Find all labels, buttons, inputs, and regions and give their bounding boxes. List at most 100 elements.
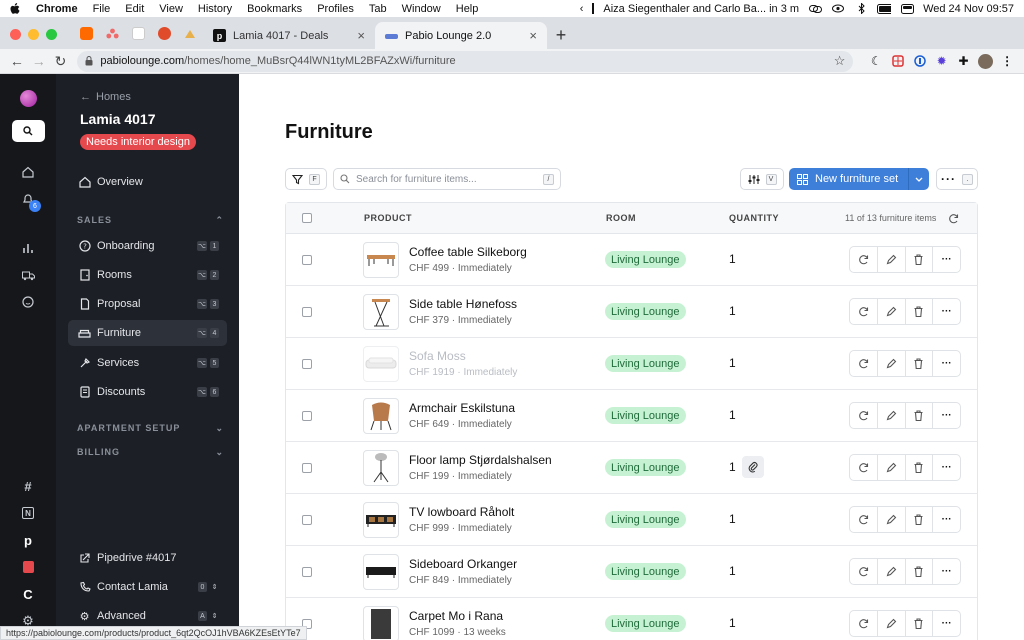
product-name[interactable]: Armchair Eskilstuna (409, 401, 515, 415)
close-window-button[interactable] (10, 28, 21, 40)
floor-lamp-thumbnail[interactable] (363, 450, 399, 486)
product-name[interactable]: Floor lamp Stjørdalshalsen (409, 453, 552, 467)
home-icon[interactable] (18, 162, 38, 182)
pinned-tab-f-icon[interactable] (125, 20, 151, 46)
product-name[interactable]: Carpet Mo i Rana (409, 609, 503, 623)
pipedrive-icon[interactable]: p (18, 530, 38, 550)
apartment-setup-section-header[interactable]: APARTMENT SETUP ⌄ (77, 423, 224, 434)
minimize-window-button[interactable] (28, 28, 39, 40)
maximize-window-button[interactable] (46, 28, 57, 40)
ellipsis-icon[interactable]: ··· (933, 299, 960, 324)
trash-icon[interactable] (906, 247, 934, 272)
sidebar-item-onboarding[interactable]: ? Onboarding ⌥ 1 (68, 233, 227, 259)
product-name[interactable]: Coffee table Silkeborg (409, 245, 527, 259)
analytics-chart-icon[interactable] (18, 238, 38, 258)
swap-icon[interactable] (850, 247, 878, 272)
search-field[interactable]: / (333, 168, 561, 190)
slack-icon[interactable]: # (18, 476, 38, 496)
pipedrive-deal-link[interactable]: Pipedrive #4017 (68, 545, 227, 571)
sidebar-item-services[interactable]: Services ⌥ 5 (68, 350, 227, 376)
sideboard-thumbnail[interactable] (363, 554, 399, 590)
link-icon[interactable] (808, 4, 822, 14)
password-manager-icon[interactable] (909, 50, 931, 72)
menu-tab[interactable]: Tab (369, 3, 387, 15)
menu-bookmarks[interactable]: Bookmarks (247, 3, 302, 15)
browser-menu-icon[interactable]: ⋮ (996, 50, 1018, 72)
column-header-quantity[interactable]: QUANTITY (729, 213, 779, 223)
extension-gear-icon[interactable]: ✹ (931, 50, 953, 72)
trash-icon[interactable] (906, 351, 934, 376)
row-checkbox[interactable] (302, 515, 312, 525)
status-badge[interactable]: Needs interior design (80, 134, 196, 150)
billing-section-header[interactable]: BILLING ⌄ (77, 447, 224, 458)
chevron-left-icon[interactable]: ‹ (580, 3, 584, 15)
swap-icon[interactable] (850, 611, 878, 636)
datetime[interactable]: Wed 24 Nov 09:57 (923, 3, 1014, 15)
menu-edit[interactable]: Edit (125, 3, 144, 15)
trash-icon[interactable] (906, 507, 934, 532)
carpet-thumbnail[interactable] (363, 606, 399, 640)
swap-icon[interactable] (850, 403, 878, 428)
swap-icon[interactable] (850, 299, 878, 324)
pabio-logo[interactable] (19, 90, 37, 107)
trash-icon[interactable] (906, 403, 934, 428)
edit-pencil-icon[interactable] (878, 507, 906, 532)
table-row[interactable]: Armchair Eskilstuna CHF 649 · Immediatel… (286, 390, 977, 442)
ellipsis-icon[interactable]: ··· (933, 611, 960, 636)
swap-icon[interactable] (850, 559, 878, 584)
table-row[interactable]: Sideboard Orkanger CHF 849 · Immediately… (286, 546, 977, 598)
back-to-homes-link[interactable]: ← Homes (80, 91, 131, 103)
swap-icon[interactable] (850, 351, 878, 376)
pinned-tab-y-icon[interactable] (73, 20, 99, 46)
edit-pencil-icon[interactable] (878, 247, 906, 272)
battery-icon[interactable] (877, 3, 892, 14)
extensions-puzzle-icon[interactable]: ✚ (953, 50, 975, 72)
menu-file[interactable]: File (93, 3, 111, 15)
smiley-icon[interactable] (18, 292, 38, 312)
more-options-button[interactable]: ··· . (936, 168, 978, 190)
tab-pabio-lounge[interactable]: Pabio Lounge 2.0 × (375, 22, 547, 49)
row-checkbox[interactable] (302, 307, 312, 317)
trash-icon[interactable] (906, 611, 934, 636)
apple-icon[interactable] (10, 2, 22, 15)
ellipsis-icon[interactable]: ··· (933, 455, 960, 480)
coffee-table-thumbnail[interactable] (363, 242, 399, 278)
tab-deals[interactable]: p Lamia 4017 - Deals × (203, 22, 375, 49)
pinned-tab-mountain-icon[interactable] (177, 20, 203, 46)
ellipsis-icon[interactable]: ··· (933, 351, 960, 376)
address-bar[interactable]: pabiolounge.com/homes/home_MuBsrQ44lWN1t… (77, 50, 854, 72)
menu-history[interactable]: History (198, 3, 232, 15)
paperclip-icon[interactable] (742, 456, 764, 478)
view-options-button[interactable]: V (740, 168, 784, 190)
table-row[interactable]: Side table Hønefoss CHF 379 · Immediatel… (286, 286, 977, 338)
sidebar-item-overview[interactable]: Overview (68, 169, 227, 195)
dark-mode-moon-icon[interactable]: ☾ (865, 50, 887, 72)
search-input[interactable] (356, 173, 543, 185)
product-name[interactable]: Sideboard Orkanger (409, 557, 517, 571)
ellipsis-icon[interactable]: ··· (933, 559, 960, 584)
trash-icon[interactable] (906, 299, 934, 324)
close-tab-icon[interactable]: × (529, 28, 537, 43)
product-name[interactable]: Side table Hønefoss (409, 297, 517, 311)
pinned-tab-app-icon[interactable] (151, 20, 177, 46)
pinned-tab-asana-icon[interactable] (99, 20, 125, 46)
table-row[interactable]: Floor lamp Stjørdalshalsen CHF 199 · Imm… (286, 442, 977, 494)
delivery-truck-icon[interactable] (18, 265, 38, 285)
row-checkbox[interactable] (302, 463, 312, 473)
contact-lamia-item[interactable]: Contact Lamia 0 ⇕ (68, 574, 227, 600)
filter-button[interactable]: F (285, 168, 327, 190)
side-table-thumbnail[interactable] (363, 294, 399, 330)
sales-section-header[interactable]: SALES ⌃ (77, 215, 224, 226)
product-name[interactable]: Sofa Moss (409, 349, 466, 363)
sidebar-item-rooms[interactable]: Rooms ⌥ 2 (68, 262, 227, 288)
ellipsis-icon[interactable]: ··· (933, 247, 960, 272)
tv-lowboard-thumbnail[interactable] (363, 502, 399, 538)
edit-pencil-icon[interactable] (878, 299, 906, 324)
row-checkbox[interactable] (302, 567, 312, 577)
forward-arrow-icon[interactable]: → (28, 50, 50, 72)
notifications-bell-icon[interactable]: 6 (18, 189, 41, 212)
column-header-product[interactable]: PRODUCT (364, 213, 412, 223)
chevron-down-icon[interactable] (908, 168, 929, 190)
swap-icon[interactable] (850, 455, 878, 480)
table-row[interactable]: Carpet Mo i Rana CHF 1099 · 13 weeks Liv… (286, 598, 977, 640)
